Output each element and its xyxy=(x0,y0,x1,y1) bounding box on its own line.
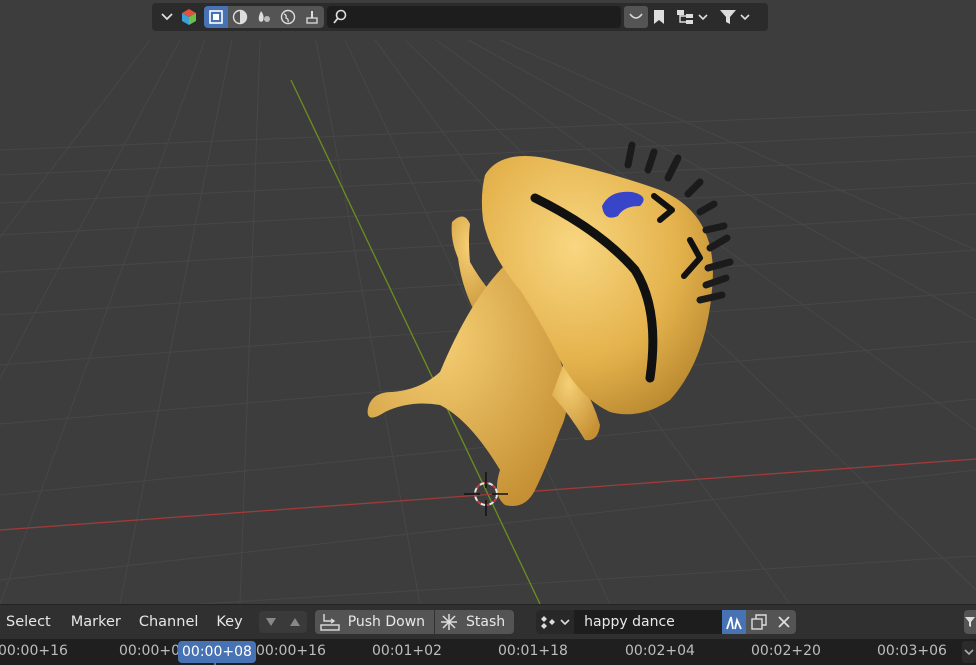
chevron-down-icon[interactable] xyxy=(962,641,976,663)
action-name-field[interactable]: happy dance xyxy=(574,610,723,634)
search-input[interactable] xyxy=(352,9,602,25)
snowflake-icon xyxy=(441,614,458,630)
stash-label: Stash xyxy=(466,614,506,630)
push-down-label: Push Down xyxy=(347,614,426,630)
display-mode-group xyxy=(204,6,324,28)
time-tick: 00:00+16 xyxy=(0,643,68,659)
stash-button[interactable]: Stash xyxy=(435,610,515,634)
world-icon[interactable] xyxy=(276,6,300,28)
character-model xyxy=(367,141,734,506)
search-icon xyxy=(333,9,347,24)
action-browse-icon[interactable] xyxy=(536,610,575,634)
viewport-header xyxy=(152,3,768,31)
time-tick: 00:02+20 xyxy=(751,643,821,659)
viewport-shading-icon[interactable] xyxy=(228,6,252,28)
paint-brush-icon[interactable] xyxy=(300,6,324,28)
action-editor-header: Select Marker Channel Key Push Down Stas… xyxy=(0,604,976,639)
timeline-ruler[interactable]: 00:00+16 00:00+0 00:00+16 00:01+02 00:01… xyxy=(0,639,976,665)
time-tick: 00:01+18 xyxy=(498,643,568,659)
mask-icon[interactable] xyxy=(624,6,648,28)
menu-marker[interactable]: Marker xyxy=(65,605,127,640)
duplicate-action-icon[interactable] xyxy=(746,610,773,634)
arrow-down-icon[interactable] xyxy=(259,611,283,633)
filter-icon[interactable] xyxy=(714,6,754,28)
search-field[interactable] xyxy=(327,6,621,28)
time-tick: 00:02+04 xyxy=(625,643,695,659)
time-tick: 00:03+06 xyxy=(877,643,947,659)
menu-select[interactable]: Select xyxy=(0,605,57,640)
tweak-icon[interactable] xyxy=(252,6,276,28)
push-down-button[interactable]: Push Down xyxy=(314,610,435,634)
time-tick: 00:01+02 xyxy=(372,643,442,659)
layer-arrows xyxy=(258,611,307,633)
select-box-icon[interactable] xyxy=(204,6,228,28)
3d-viewport[interactable] xyxy=(0,0,976,604)
push-down-icon xyxy=(319,614,340,631)
close-icon[interactable] xyxy=(772,610,797,634)
arrow-up-icon[interactable] xyxy=(283,611,307,633)
action-selector: happy dance xyxy=(536,610,797,634)
outliner-icon[interactable] xyxy=(670,6,714,28)
fake-user-icon[interactable] xyxy=(722,610,747,634)
object-cube-icon[interactable] xyxy=(178,6,200,28)
playhead-frame[interactable]: 00:00+08 xyxy=(178,641,256,663)
chevron-down-icon[interactable] xyxy=(156,6,178,28)
bookmark-icon[interactable] xyxy=(648,6,670,28)
time-tick: 00:00+16 xyxy=(256,643,326,659)
menu-key[interactable]: Key xyxy=(210,605,248,640)
menu-channel[interactable]: Channel xyxy=(133,605,205,640)
time-tick: 00:00+0 xyxy=(119,643,180,659)
viewport-grid xyxy=(0,39,976,604)
filter-icon[interactable] xyxy=(964,610,976,634)
